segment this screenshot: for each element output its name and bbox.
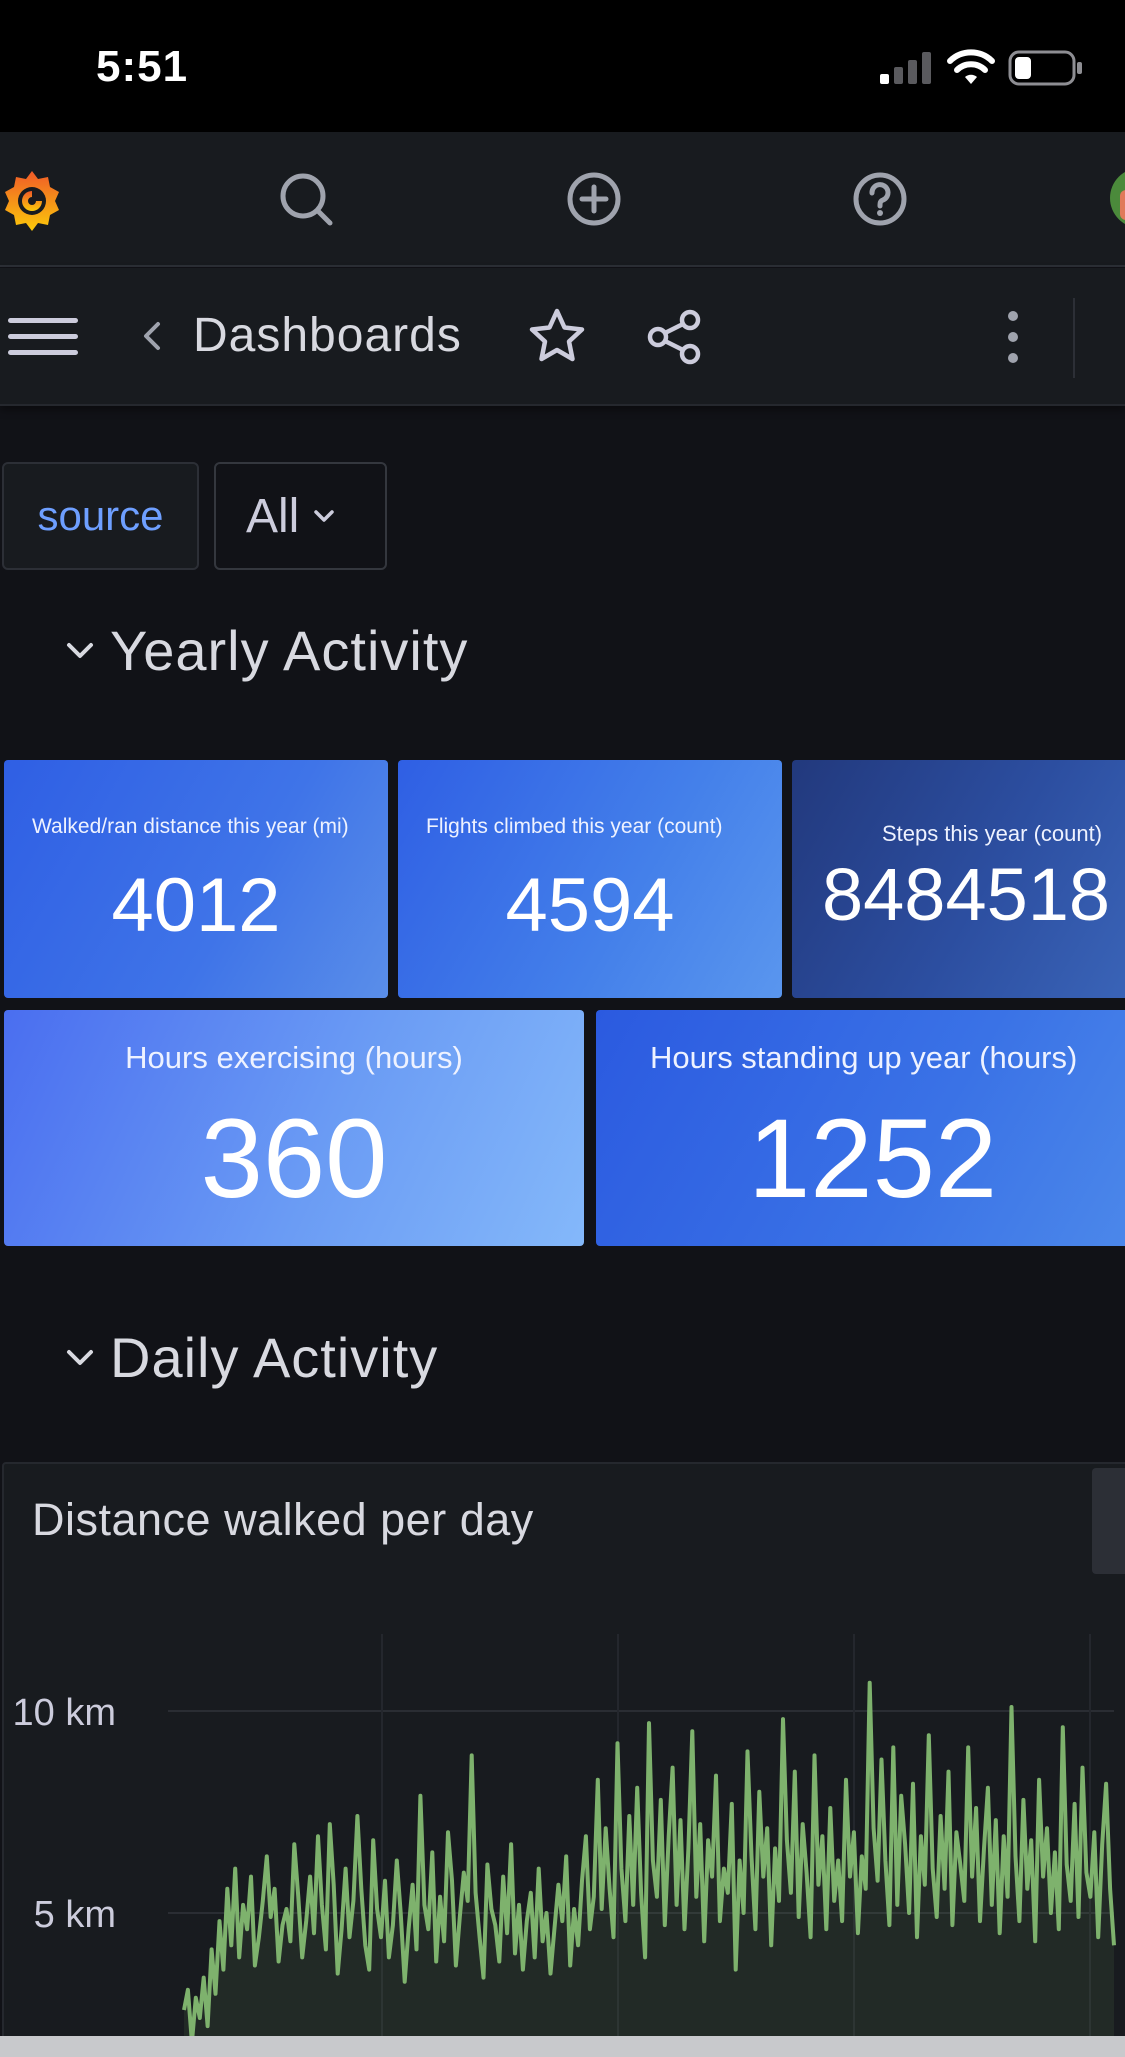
stat-label: Flights climbed this year (count) — [426, 815, 723, 838]
wifi-icon — [947, 49, 995, 84]
os-status-bar: 5:51 — [0, 0, 1125, 132]
stat-label: Hours exercising (hours) — [125, 1040, 463, 1075]
stat-panel-standing[interactable]: Hours standing up year (hours) 1252 — [596, 1010, 1125, 1246]
grafana-logo-icon[interactable] — [0, 167, 64, 231]
stat-value: 4012 — [111, 863, 281, 948]
dashboard-nav-bar: Dashboards — [0, 268, 1125, 406]
stat-label: Hours standing up year (hours) — [650, 1040, 1078, 1075]
y-tick-label: 10 km — [13, 1692, 116, 1734]
stat-panel-steps[interactable]: Steps this year (count) 8484518 — [792, 760, 1125, 998]
chevron-down-icon — [314, 510, 335, 522]
stat-panel-exercise[interactable]: Hours exercising (hours) 360 — [4, 1010, 584, 1246]
row-header-daily-activity[interactable]: Daily Activity — [66, 1325, 438, 1390]
help-icon[interactable] — [848, 167, 912, 231]
stat-panel-flights[interactable]: Flights climbed this year (count) 4594 — [398, 760, 782, 998]
row-header-yearly-activity[interactable]: Yearly Activity — [66, 618, 468, 683]
timeseries-panel-distance[interactable]: 10 km 5 km Distance walked per day — [2, 1462, 1125, 2057]
panel-title: Distance walked per day — [32, 1494, 534, 1545]
row-title: Yearly Activity — [110, 619, 469, 682]
nav-divider — [1073, 298, 1075, 378]
variable-select-value: All — [246, 489, 300, 543]
search-icon[interactable] — [274, 167, 338, 231]
star-icon[interactable] — [526, 306, 588, 368]
variable-select-source[interactable]: All — [214, 462, 387, 570]
chevron-left-icon[interactable] — [140, 318, 164, 354]
plus-circle-icon[interactable] — [562, 167, 626, 231]
y-tick-label: 5 km — [34, 1894, 116, 1936]
stat-value: 360 — [200, 1096, 388, 1221]
row-title: Daily Activity — [110, 1326, 439, 1389]
variable-label-source: source — [2, 462, 199, 570]
share-icon[interactable] — [644, 306, 706, 368]
chevron-down-icon — [67, 1349, 93, 1365]
cellular-signal-icon — [880, 52, 931, 84]
stat-panel-distance[interactable]: Walked/ran distance this year (mi) 4012 — [4, 760, 388, 998]
breadcrumb-dashboards[interactable]: Dashboards — [193, 308, 462, 363]
stat-label: Walked/ran distance this year (mi) — [32, 815, 349, 838]
stat-value: 1252 — [748, 1096, 998, 1221]
battery-icon — [1008, 50, 1082, 86]
panel-menu-button[interactable] — [1092, 1468, 1125, 1574]
kebab-icon[interactable] — [998, 308, 1028, 366]
home-indicator-area — [0, 2036, 1125, 2057]
distance-chart: 10 km 5 km — [13, 1634, 1116, 2057]
stat-label: Steps this year (count) — [881, 821, 1103, 846]
stat-value: 8484518 — [822, 853, 1111, 936]
stat-value: 4594 — [505, 863, 675, 948]
chevron-down-icon — [67, 642, 93, 658]
top-bar — [0, 132, 1125, 267]
status-time: 5:51 — [96, 42, 189, 91]
menu-icon[interactable] — [8, 314, 78, 360]
